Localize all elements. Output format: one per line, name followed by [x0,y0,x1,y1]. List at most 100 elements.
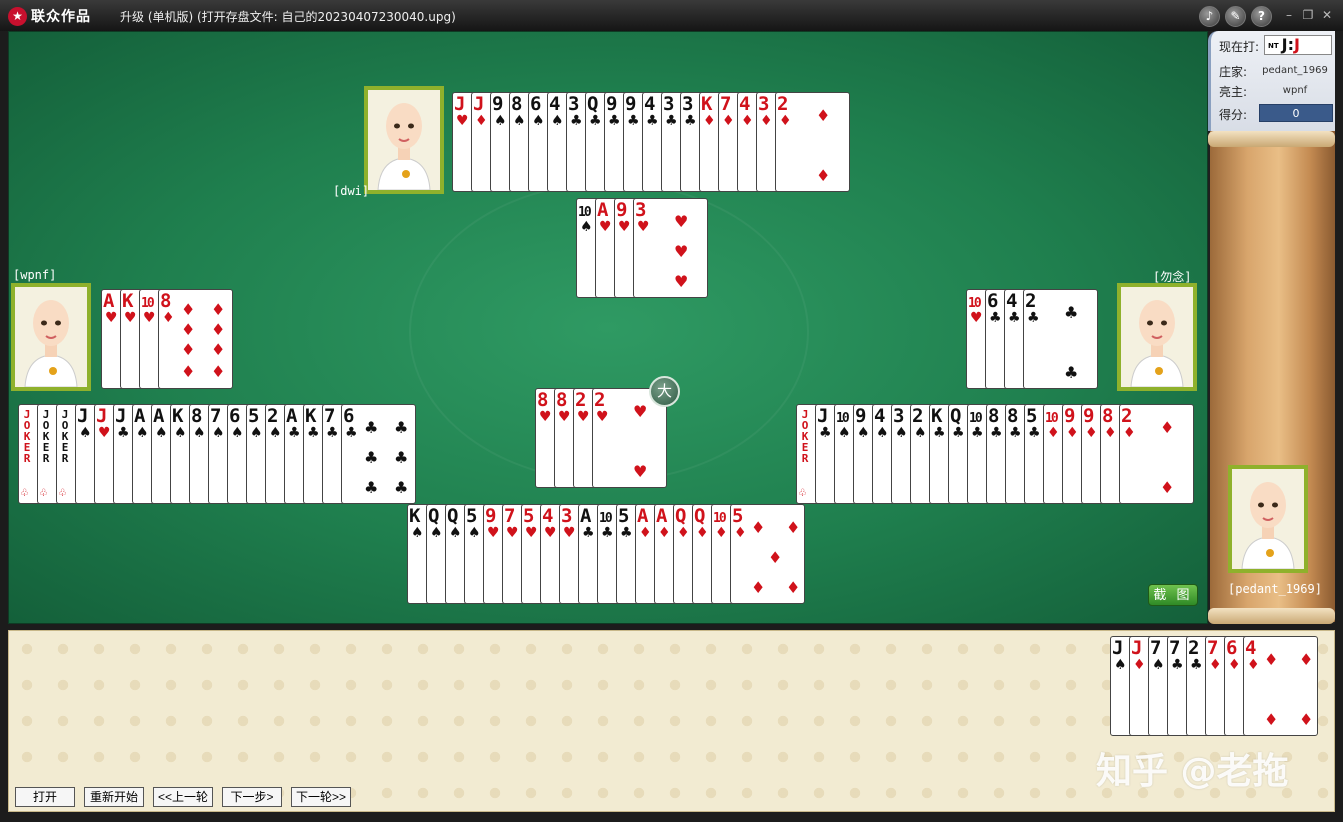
next-step-button[interactable]: 下一步> [222,787,282,807]
joker-crown-icon: ♧ [39,488,48,499]
card-suit-icon: ♣ [307,425,320,441]
app-logo: ★ 联众作品 [8,5,91,27]
card-suit-icon: ♦ [677,525,690,541]
score-label: 得分: [1219,108,1248,122]
card-suit-icon: ♠ [513,113,526,129]
card-suit-icon: ♦ [475,113,488,129]
card-suit-icon: ♥ [618,219,631,235]
card-rank: 7 [1169,637,1181,659]
card-suit-icon: ♠ [857,425,870,441]
dealer-name: pedant_1969 [1262,65,1328,76]
dealer-label: 庄家: [1219,65,1248,79]
game-info-panel: 现在打: NT J:J 庄家: pedant_1969 亮主: wpnf 得分: … [1208,31,1335,131]
playing-card: 6 ♣ ♣ ♣ ♣ ♣ ♣ ♣ [341,404,416,504]
card-rank: K [931,405,943,427]
card-rank: 2 [777,93,789,115]
card-suit-icon: ♦ [734,525,747,541]
card-rank: 2 [1188,637,1200,659]
card-suit-icon: ♠ [174,425,187,441]
card-suit-icon: ♦ [1085,425,1098,441]
card-rank: 6 [987,290,999,312]
card-suit-icon: ♣ [990,425,1003,441]
card-pip-icon: ♦ [816,166,831,185]
card-pip-icon: ♥ [633,462,648,481]
joker-crown-icon: ♧ [798,488,807,499]
player-name-west: [wpnf] [13,268,57,282]
card-rank: J [454,93,466,115]
card-rank: J [473,93,485,115]
card-rank: 3 [561,505,573,527]
card-rank: 4 [874,405,886,427]
card-pip-icon: ♦ [211,320,226,339]
playing-card[interactable]: 5 ♦ ♦ ♦ ♦ ♦ ♦ [730,504,805,604]
close-button[interactable]: ✕ [1319,7,1335,23]
card-suit-icon: ♣ [819,425,832,441]
card-rank: Q [428,505,440,527]
card-suit-icon: ♣ [933,425,946,441]
restart-button[interactable]: 重新开始 [84,787,144,807]
card-suit-icon: ♠ [532,113,545,129]
previous-round-button[interactable]: <<上一轮 [153,787,213,807]
card-pip-icon: ♦ [786,518,801,537]
card-suit-icon: ♦ [715,525,728,541]
card-suit-icon: ♥ [563,525,576,541]
player-name-south: [pedant_1969] [1228,582,1322,596]
help-icon[interactable]: ? [1251,6,1272,27]
card-rank: 8 [988,405,1000,427]
trump-nt: NT [1268,41,1279,50]
screenshot-button[interactable]: 截 图 [1148,584,1198,606]
card-suit-icon: ♦ [741,113,754,129]
card-suit-icon: ♦ [722,113,735,129]
restore-button[interactable]: ❐ [1300,7,1316,23]
card-rank: A [580,505,592,527]
card-suit-icon: ♣ [1027,310,1040,326]
settings-wrench-icon[interactable]: ✎ [1225,6,1246,27]
card-suit-icon: ♠ [250,425,263,441]
card-rank: 3 [568,93,580,115]
card-rank: 6 [343,405,355,427]
card-pip-icon: ♣ [364,418,379,437]
card-rank: 3 [758,93,770,115]
card-suit-icon: ♣ [646,113,659,129]
card-suit-icon: ♦ [703,113,716,129]
card-rank: 4 [549,93,561,115]
card-suit-icon: ♣ [117,425,130,441]
minimize-button[interactable]: – [1281,7,1297,23]
next-round-button[interactable]: 下一轮>> [291,787,351,807]
card-suit-icon: ♥ [970,310,983,326]
card-rank: A [597,199,609,221]
card-suit-icon: ♠ [1152,657,1165,673]
card-rank: 5 [618,505,630,527]
card-pip-icon: ♦ [1299,650,1314,669]
card-suit-icon: ♣ [570,113,583,129]
card-pip-icon: ♦ [1299,710,1314,729]
card-suit-icon: ♣ [345,425,358,441]
card-suit-icon: ♥ [98,425,111,441]
card-rank: JOKER [23,408,31,465]
playing-card: 3 ♥ ♥ ♥ ♥ [633,198,708,298]
scroll-rod-bottom [1208,608,1335,624]
card-suit-icon: ♠ [449,525,462,541]
player-name-north: [dwi] [333,184,370,198]
card-rank: 9 [855,405,867,427]
card-suit-icon: ♦ [1247,657,1260,673]
open-button[interactable]: 打开 [15,787,75,807]
card-rank: 4 [739,93,751,115]
sound-icon[interactable]: ♪ [1199,6,1220,27]
card-rank: Q [675,505,687,527]
card-suit-icon: ♠ [838,425,851,441]
card-suit-icon: ♦ [658,525,671,541]
card-pip-icon: ♦ [816,106,831,125]
card-rank: 4 [542,505,554,527]
card-rank: 5 [732,505,744,527]
card-suit-icon: ♣ [620,525,633,541]
card-suit-icon: ♣ [326,425,339,441]
card-suit-icon: ♠ [551,113,564,129]
card-pip-icon: ♦ [211,300,226,319]
card-suit-icon: ♠ [914,425,927,441]
card-suit-icon: ♠ [876,425,889,441]
card-suit-icon: ♥ [544,525,557,541]
card-suit-icon: ♦ [1066,425,1079,441]
card-rank: 7 [210,405,222,427]
card-pip-icon: ♥ [633,402,648,421]
